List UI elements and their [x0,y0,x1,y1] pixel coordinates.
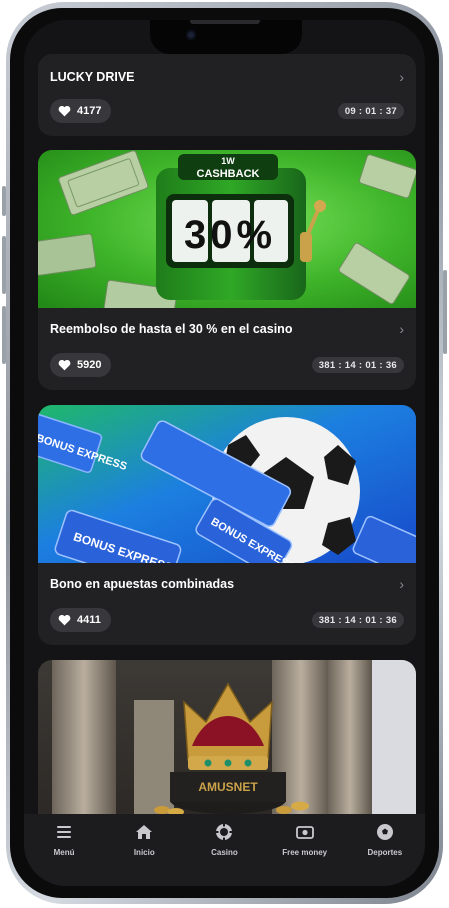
like-button[interactable]: 4177 [50,99,112,123]
nav-label: Deportes [367,848,403,857]
speaker-grille [190,20,260,24]
chevron-right-icon[interactable]: › [399,577,404,591]
like-count: 4177 [77,105,102,117]
bonus-express-banner-image: BONUS EXPRESS BONUS EXPRESS BONUS EXPRES… [38,405,416,563]
nav-label: Casino [211,848,238,857]
money-icon [295,826,314,839]
menu-icon [57,826,72,838]
heart-icon [58,359,71,371]
volume-down-button [2,236,6,294]
countdown-timer: 381 : 14 : 01 : 36 [311,357,404,373]
cashback-percent: 30% [184,213,276,257]
nav-item-free-money[interactable]: Free money [265,822,345,886]
cashback-label: CASHBACK [197,168,260,180]
promo-card-amusnet[interactable]: AMUSNET [38,660,416,840]
nav-item-home[interactable]: Inicio [104,822,184,886]
chevron-right-icon[interactable]: › [399,70,404,84]
like-button[interactable]: 5920 [50,353,112,377]
countdown-timer: 09 : 01 : 37 [337,103,404,119]
amusnet-logo: AMUSNET [198,780,258,794]
nav-item-casino[interactable]: Casino [184,822,264,886]
power-button [443,270,447,354]
app-screen: LUCKY DRIVE › 4177 09 : 01 : 37 1W CASHB… [24,20,425,886]
amusnet-banner-image: AMUSNET [38,660,416,840]
nav-label: Inicio [133,848,155,857]
heart-icon [58,105,71,117]
promo-title: Reembolso de hasta el 30 % en el casino [50,322,293,336]
promo-title: Bono en apuestas combinadas [50,577,235,591]
like-count: 4411 [77,614,101,626]
like-count: 5920 [77,359,102,371]
heart-icon [58,614,71,626]
countdown-timer: 381 : 14 : 01 : 36 [311,612,404,628]
chevron-right-icon[interactable]: › [399,322,404,336]
nav-label: Free money [282,848,328,857]
promo-card-lucky-drive[interactable]: LUCKY DRIVE › 4177 09 : 01 : 37 [38,54,416,136]
soccer-ball-icon [376,824,393,840]
promo-title: LUCKY DRIVE [50,70,135,84]
front-camera [186,30,196,40]
like-button[interactable]: 4411 [50,608,111,632]
notch [150,20,302,54]
brand-logo-1w: 1W [221,156,235,166]
promo-card-bonus-express[interactable]: BONUS EXPRESS BONUS EXPRESS BONUS EXPRES… [38,405,416,645]
bottom-navigation: Menú Inicio Casino Free money Deportes [24,814,425,886]
promo-card-cashback[interactable]: 1W CASHBACK 30% Reembolso de hasta el 30… [38,150,416,390]
volume-up-button [2,186,6,216]
nav-item-sports[interactable]: Deportes [345,822,425,886]
home-icon [136,825,153,839]
nav-label: Menú [53,848,75,857]
volume-side-button [2,306,6,364]
cashback-banner-image: 1W CASHBACK 30% [38,150,416,308]
nav-item-menu[interactable]: Menú [24,822,104,886]
casino-chip-icon [215,823,233,841]
